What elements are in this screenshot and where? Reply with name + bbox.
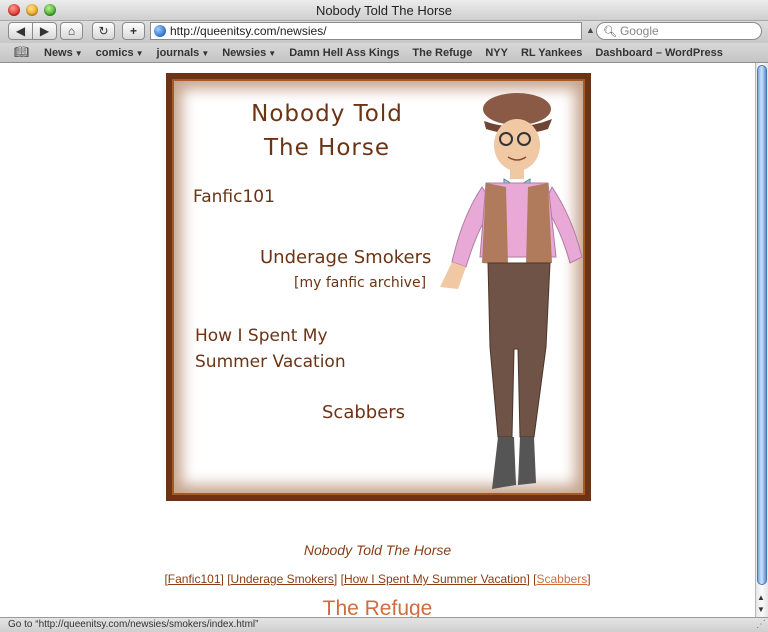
status-text: Go to “http://queenitsy.com/newsies/smok… <box>8 619 259 630</box>
browser-toolbar: ◀ ▶ ⌂ ↻ + http://queenitsy.com/newsies/ … <box>0 21 768 43</box>
home-button[interactable]: ⌂ <box>60 22 83 40</box>
back-arrow-icon: ◀ <box>15 24 26 38</box>
right-boot-shape <box>518 437 536 485</box>
banner-title-line: Nobody Told <box>251 101 403 127</box>
chevron-down-icon: ▼ <box>268 49 277 58</box>
search-input[interactable] <box>619 24 750 38</box>
neck-shape <box>510 167 524 179</box>
scroll-down-icon[interactable]: ▼ <box>757 605 765 614</box>
search-field[interactable]: 🔍︎ <box>596 22 762 40</box>
chevron-down-icon: ▼ <box>74 49 83 58</box>
nav-link[interactable]: Fanfic101 <box>168 572 221 586</box>
bookmarks-bar: 📖︎ News ▼ comics ▼ journals ▼ Newsies ▼ Damn Hel… <box>0 43 768 63</box>
status-bar: Go to “http://queenitsy.com/newsies/smok… <box>0 617 768 632</box>
plus-icon: + <box>129 24 137 38</box>
site-banner: Nobody Told The Horse Fanfic101 Underage… <box>166 73 591 501</box>
scrollbar-thumb[interactable] <box>757 65 767 585</box>
banner-link-line: Summer Vacation <box>195 352 346 372</box>
reload-button[interactable]: ↻ <box>92 22 115 40</box>
bookmark-label: Newsies <box>222 47 267 59</box>
bookmark-label: Dashboard – WordPress <box>595 47 723 59</box>
bookmark-item[interactable]: Damn Hell Ass Kings <box>289 47 399 59</box>
globe-icon <box>154 25 166 37</box>
nav-link[interactable]: Scabbers <box>537 572 588 586</box>
back-button[interactable]: ◀ <box>8 22 33 40</box>
newsie-boy-illustration <box>440 93 583 489</box>
banner-link-summer-vacation[interactable]: How I Spent My Summer Vacation <box>195 323 346 375</box>
window-title: Nobody Told The Horse <box>315 3 453 18</box>
chevron-down-icon: ▼ <box>135 49 144 58</box>
bookmark-list: News ▼ comics ▼ journals ▼ Newsies ▼ Damn Hell A… <box>44 47 736 59</box>
nav-link[interactable]: Underage Smokers <box>231 572 334 586</box>
bookmark-item[interactable]: NYY <box>485 47 508 59</box>
title-bar: Nobody Told The Horse <box>0 0 768 21</box>
bookmark-label: News <box>44 47 73 59</box>
bookmark-label: NYY <box>485 47 508 59</box>
bookmark-label: RL Yankees <box>520 47 583 59</box>
search-icon[interactable]: 🔍︎ <box>603 25 617 38</box>
face-shape <box>494 119 540 171</box>
banner-link-underage-smokers[interactable]: Underage Smokers <box>260 247 431 268</box>
reload-icon: ↻ <box>98 24 109 38</box>
resize-grip-icon[interactable]: ⋰ <box>756 619 766 630</box>
bookmark-item[interactable]: Newsies ▼ <box>222 47 276 59</box>
banner-link-fanfic101[interactable]: Fanfic101 <box>193 187 275 207</box>
bookmark-label: comics <box>95 47 134 59</box>
banner-link-scabbers[interactable]: Scabbers <box>322 402 405 423</box>
banner-link-fanfic-archive[interactable]: [my fanfic archive] <box>294 275 426 291</box>
left-boot-shape <box>492 437 516 489</box>
home-icon: ⌂ <box>67 24 76 38</box>
bookmark-label: journals <box>156 47 200 59</box>
bookmark-item[interactable]: The Refuge <box>412 47 472 59</box>
vest-left-shape <box>482 183 508 265</box>
trousers-shape <box>487 262 551 438</box>
bookmark-item[interactable]: Dashboard – WordPress <box>595 47 723 59</box>
banner-title: Nobody Told The Horse <box>232 97 422 165</box>
vest-right-shape <box>526 183 552 265</box>
scroll-up-icon[interactable]: ▲ <box>757 593 765 602</box>
bookmarks-book-icon[interactable]: 📖︎ <box>14 45 29 59</box>
forward-arrow-icon: ▶ <box>39 24 50 38</box>
web-page-content: Nobody Told The Horse Fanfic101 Underage… <box>0 63 755 617</box>
refuge-heading: The Refuge <box>322 597 433 617</box>
nav-link[interactable]: How I Spent My Summer Vacation <box>344 572 527 586</box>
bookmark-item[interactable]: comics ▼ <box>96 47 144 59</box>
bookmark-label: The Refuge <box>412 47 473 59</box>
url-text[interactable]: http://queenitsy.com/newsies/ <box>170 24 327 38</box>
address-bar[interactable]: http://queenitsy.com/newsies/ <box>150 22 582 40</box>
content-title: Nobody Told The Horse <box>303 542 452 558</box>
banner-link-line: How I Spent My <box>195 326 328 346</box>
vertical-scrollbar[interactable]: ▲ ▼ <box>755 63 768 617</box>
snapback-icon[interactable]: ▲ <box>586 25 595 35</box>
nav-links: [Fanfic101] [Underage Smokers] [How I Sp… <box>164 572 591 586</box>
bookmark-label: Damn Hell Ass Kings <box>289 47 400 59</box>
banner-title-line: The Horse <box>263 135 391 161</box>
left-hand-shape <box>440 262 466 289</box>
bookmark-item[interactable]: RL Yankees <box>521 47 582 59</box>
bookmark-item[interactable]: News ▼ <box>44 47 83 59</box>
chevron-down-icon: ▼ <box>201 49 210 58</box>
forward-button[interactable]: ▶ <box>32 22 57 40</box>
bookmark-item[interactable]: journals ▼ <box>157 47 210 59</box>
add-bookmark-button[interactable]: + <box>122 22 145 40</box>
